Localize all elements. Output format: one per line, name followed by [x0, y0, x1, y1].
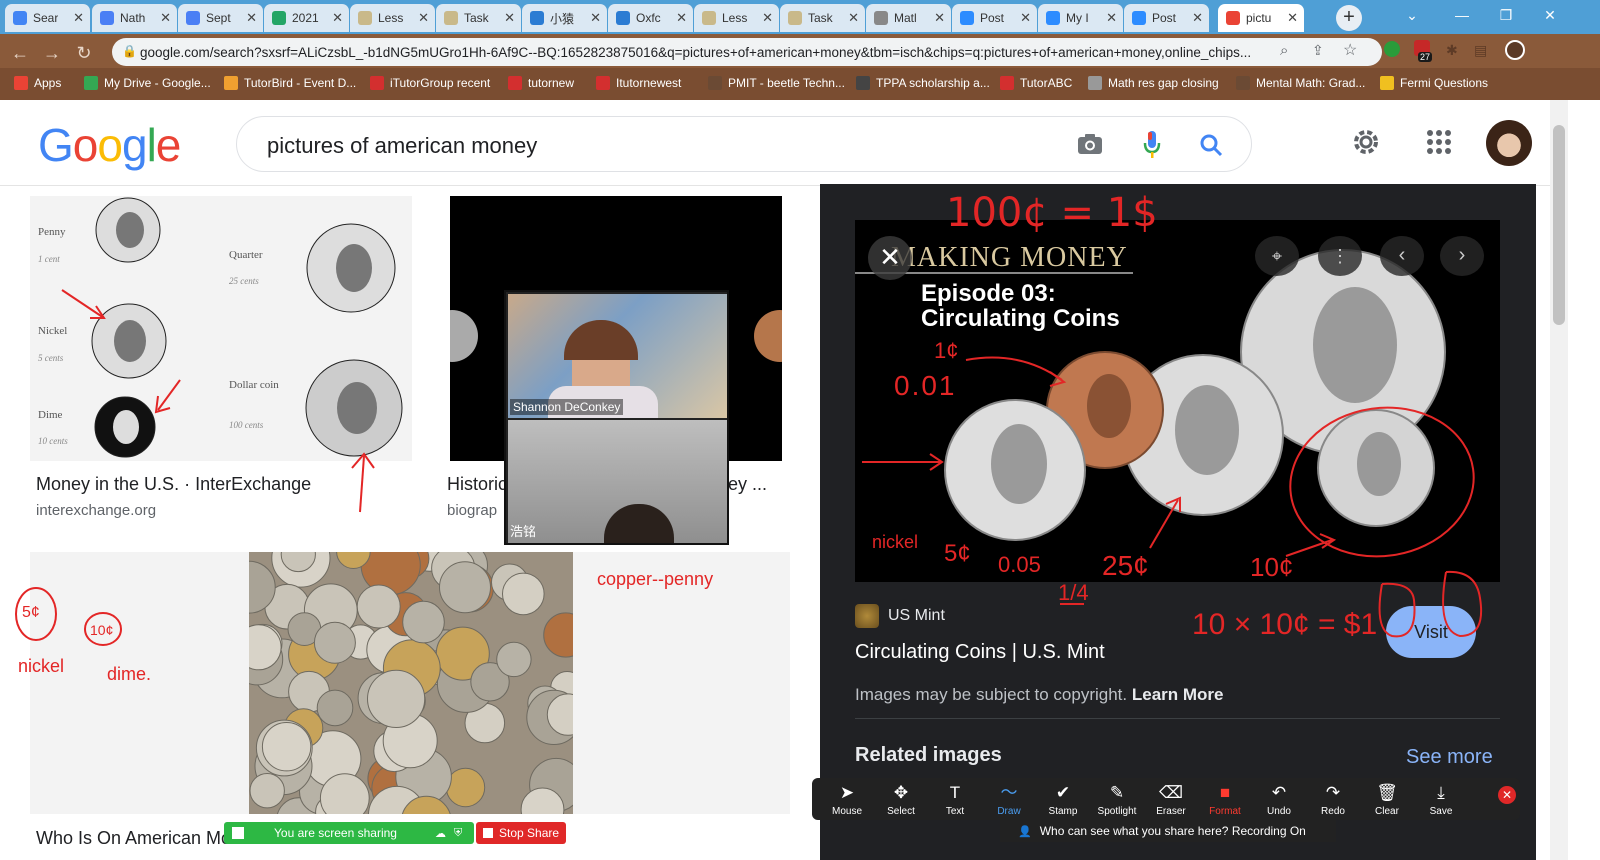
zoom-tool-label: Text — [945, 806, 965, 817]
save-icon: ⤓ — [1437, 783, 1445, 802]
annotation-drawings — [15, 289, 1482, 646]
cloud-icon: ☁ — [434, 827, 446, 840]
zoom-tool-label: Redo — [1321, 806, 1345, 817]
annotation-quarter-cents: 25¢ — [1102, 550, 1149, 581]
eraser-icon: ⌫ — [1158, 783, 1184, 802]
screen-sharing-banner: You are screen sharing ☁ ⛨ — [224, 822, 474, 844]
annotation-dime-cents: 10¢ — [1250, 552, 1294, 582]
person-icon: 👤 — [1018, 825, 1032, 838]
stop-share-label: Stop Share — [499, 826, 560, 840]
screen-sharing-text: You are screen sharing — [274, 826, 397, 840]
annotation-penny-decimal: 0.01 — [894, 370, 957, 401]
zoom-tool-eraser[interactable]: ⌫ Eraser — [1144, 780, 1198, 822]
zoom-tool-label: Eraser — [1156, 806, 1186, 817]
who-can-see-banner[interactable]: 👤 Who can see what you share here? Recor… — [1000, 820, 1336, 842]
zoom-tool-label: Undo — [1267, 806, 1291, 817]
annotation-nickel: nickel — [872, 532, 919, 552]
text-icon: T — [949, 783, 961, 802]
stop-share-button[interactable]: Stop Share — [476, 822, 566, 844]
annotation-dime-equation: 10 × 10¢ = $1 — [1192, 608, 1378, 641]
redo-icon: ↷ — [1325, 783, 1341, 802]
zoom-tool-label: Select — [887, 806, 915, 817]
format-icon: ■ — [1219, 783, 1231, 802]
zoom-tool-undo[interactable]: ↶ Undo — [1252, 780, 1306, 822]
annotation-penny-cents: 1¢ — [934, 338, 959, 363]
annotation-left-10c: 10¢ — [90, 622, 114, 638]
zoom-tool-label: Clear — [1375, 806, 1399, 817]
annotation-quarter-fraction: 1/4 — [1058, 580, 1089, 605]
close-annotation-button[interactable]: ✕ — [1498, 786, 1516, 804]
draw-icon: 〜 — [1000, 783, 1018, 802]
spotlight-icon: ✎ — [1109, 783, 1125, 802]
annotation-nickel-decimal: 0.05 — [998, 552, 1041, 577]
zoom-tool-select[interactable]: ✥ Select — [874, 780, 928, 822]
zoom-tool-text[interactable]: T Text — [928, 780, 982, 822]
zoom-tool-label: Save — [1429, 806, 1453, 817]
zoom-tool-mouse[interactable]: ➤ Mouse — [820, 780, 874, 822]
share-screen-icon — [232, 827, 244, 839]
zoom-tool-redo[interactable]: ↷ Redo — [1306, 780, 1360, 822]
zoom-tool-format[interactable]: ■ Format — [1198, 780, 1252, 822]
annotation-copper-penny: copper--penny — [597, 569, 714, 589]
annotation-nickel-cents: 5¢ — [944, 540, 971, 567]
zoom-tool-label: Format — [1209, 806, 1241, 817]
zoom-tool-draw[interactable]: 〜 Draw — [982, 780, 1036, 822]
stop-icon — [483, 828, 493, 838]
zoom-tool-stamp[interactable]: ✔ Stamp — [1036, 780, 1090, 822]
annotation-left-dime: dime. — [107, 664, 152, 684]
undo-icon: ↶ — [1271, 783, 1287, 802]
zoom-tool-label: Stamp — [1048, 806, 1078, 817]
mouse-icon: ➤ — [839, 783, 855, 802]
close-icon: ✕ — [1501, 788, 1513, 802]
select-icon: ✥ — [893, 783, 909, 802]
zoom-tool-label: Draw — [997, 806, 1021, 817]
zoom-tool-spotlight[interactable]: ✎ Spotlight — [1090, 780, 1144, 822]
annotation-left-nickel: nickel — [18, 656, 65, 676]
zoom-tool-label: Spotlight — [1097, 806, 1137, 817]
zoom-tool-save[interactable]: ⤓ Save — [1414, 780, 1468, 822]
zoom-tool-label: Mouse — [831, 806, 862, 817]
who-can-see-text: Who can see what you share here? Recordi… — [1039, 824, 1306, 838]
annotation-left-5c: 5¢ — [22, 604, 40, 621]
clear-icon: 🗑 — [1376, 783, 1398, 802]
annotation-100c-equals-1d: 100¢ = 1$ — [946, 190, 1158, 236]
shield-icon: ⛨ — [453, 826, 463, 839]
stamp-icon: ✔ — [1055, 783, 1071, 802]
zoom-tool-clear[interactable]: 🗑 Clear — [1360, 780, 1414, 822]
